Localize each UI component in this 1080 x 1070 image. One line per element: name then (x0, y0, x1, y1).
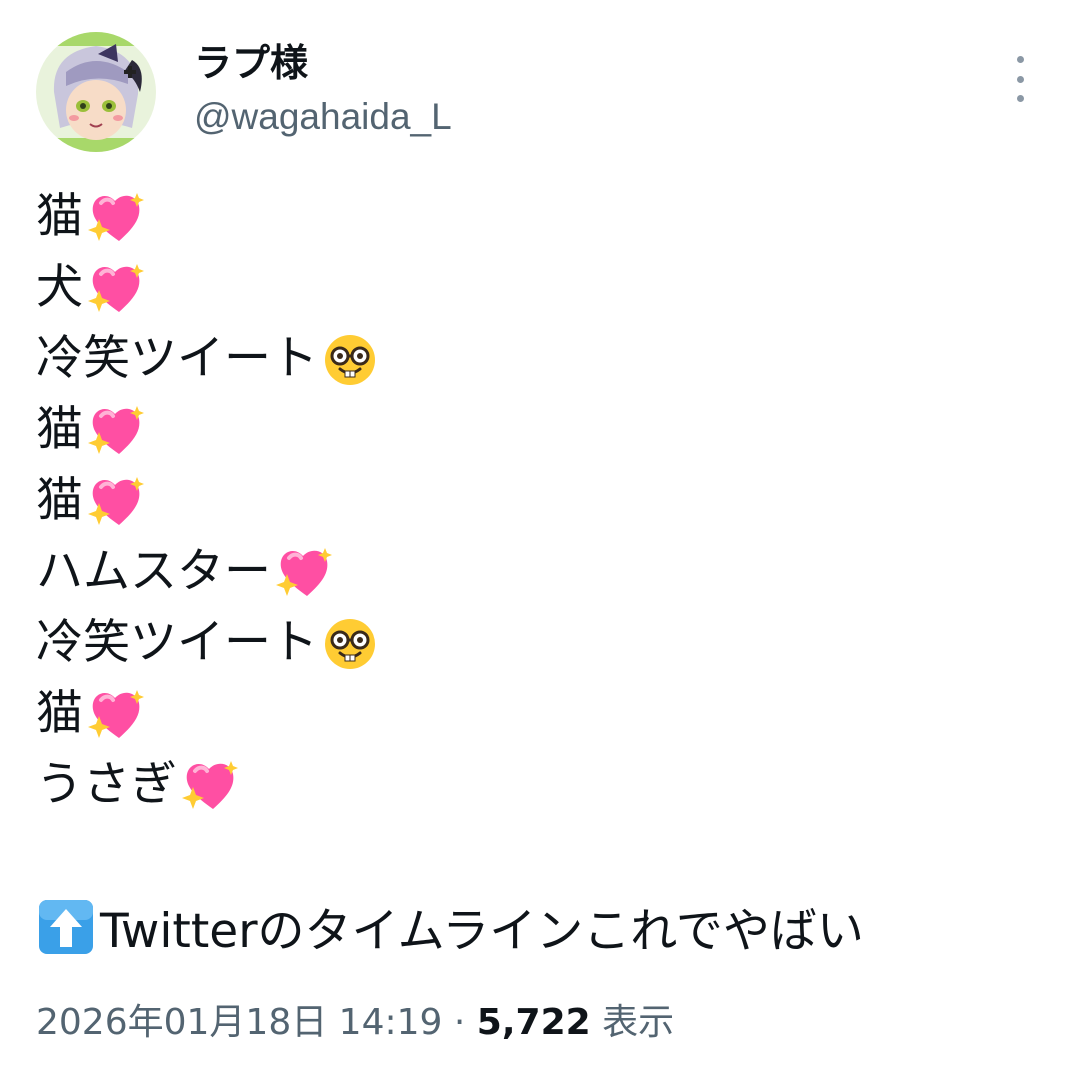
tweet-line-text: 犬 (36, 260, 83, 315)
more-dots-icon (1016, 56, 1024, 63)
meta-separator: · (453, 1002, 466, 1043)
tweet-text: 猫 犬 冷笑ツイート 猫 猫 ハムスター 冷笑ツイート 猫 うさぎ Twitte… (36, 181, 1046, 962)
more-options-button[interactable] (1000, 56, 1040, 102)
tweet-line: うさぎ (36, 749, 1046, 820)
tweet-line-text: うさぎ (36, 757, 177, 812)
sparkling-heart-icon (85, 402, 145, 458)
sparkling-heart-icon (85, 686, 145, 742)
tweet-timestamp[interactable]: 2026年01月18日 14:19 (36, 1002, 442, 1043)
tweet-line: 冷笑ツイート (36, 607, 1046, 678)
nerd-face-icon (320, 331, 380, 387)
avatar[interactable] (36, 32, 156, 152)
tweet-line: 猫 (36, 678, 1046, 749)
sparkling-heart-icon (85, 473, 145, 529)
tweet-line-text: 冷笑ツイート (36, 615, 318, 670)
tweet-final-text: Twitterのタイムラインこれでやばい (100, 904, 864, 959)
tweet-line: 犬 (36, 252, 1046, 323)
tweet-line: 猫 (36, 394, 1046, 465)
nerd-face-icon (320, 615, 380, 671)
tweet-line: 猫 (36, 465, 1046, 536)
tweet-line-text: 猫 (36, 189, 83, 244)
tweet-line-text: ハムスター (36, 544, 271, 599)
user-handle[interactable]: @wagahaida_L (194, 92, 452, 142)
views-count: 5,722 (476, 1002, 591, 1043)
tweet-line: ハムスター (36, 536, 1046, 607)
tweet-line: 猫 (36, 181, 1046, 252)
tweet-line-text: 猫 (36, 686, 83, 741)
sparkling-heart-icon (85, 260, 145, 316)
display-name[interactable]: ラプ様 (194, 38, 308, 88)
tweet-line-text: 猫 (36, 473, 83, 528)
sparkling-heart-icon (273, 544, 333, 600)
tweet-line-text: 猫 (36, 402, 83, 457)
sparkling-heart-icon (179, 757, 239, 813)
tweet-line: Twitterのタイムラインこれでやばい (36, 891, 1046, 962)
views-label: 表示 (602, 1002, 675, 1043)
tweet-line: 冷笑ツイート (36, 323, 1046, 394)
tweet-line-text: 冷笑ツイート (36, 331, 318, 386)
sparkling-heart-icon (85, 189, 145, 245)
tweet-meta: 2026年01月18日 14:19 · 5,722 表示 (36, 998, 674, 1048)
up-arrow-icon (36, 897, 96, 957)
